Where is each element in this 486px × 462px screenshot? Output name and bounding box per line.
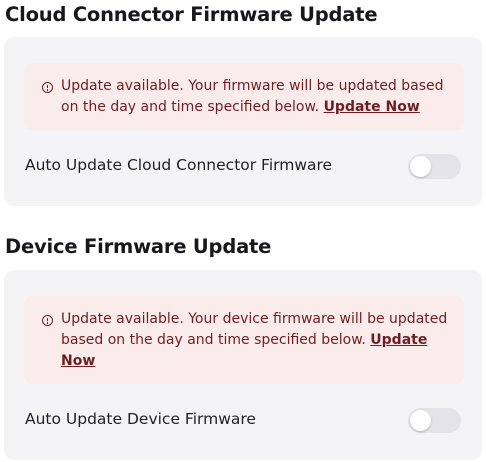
cloud-connector-update-now-link[interactable]: Update Now [324, 99, 420, 115]
auto-update-cloud-connector-label: Auto Update Cloud Connector Firmware [25, 156, 333, 174]
auto-update-cloud-connector-toggle[interactable] [408, 154, 461, 179]
cloud-connector-firmware-card: Update available. Your firmware will be … [4, 37, 482, 206]
cloud-connector-section-title: Cloud Connector Firmware Update [5, 3, 378, 26]
auto-update-device-label: Auto Update Device Firmware [25, 410, 256, 428]
toggle-knob [410, 410, 431, 431]
device-section-title: Device Firmware Update [5, 235, 272, 258]
device-firmware-card: Update available. Your device firmware w… [4, 270, 482, 460]
info-circle-icon [42, 82, 53, 93]
cloud-connector-update-alert: Update available. Your firmware will be … [24, 63, 464, 130]
toggle-knob [410, 156, 431, 177]
device-update-alert: Update available. Your device firmware w… [24, 296, 464, 384]
info-circle-icon [42, 315, 53, 326]
auto-update-device-toggle[interactable] [408, 408, 461, 433]
